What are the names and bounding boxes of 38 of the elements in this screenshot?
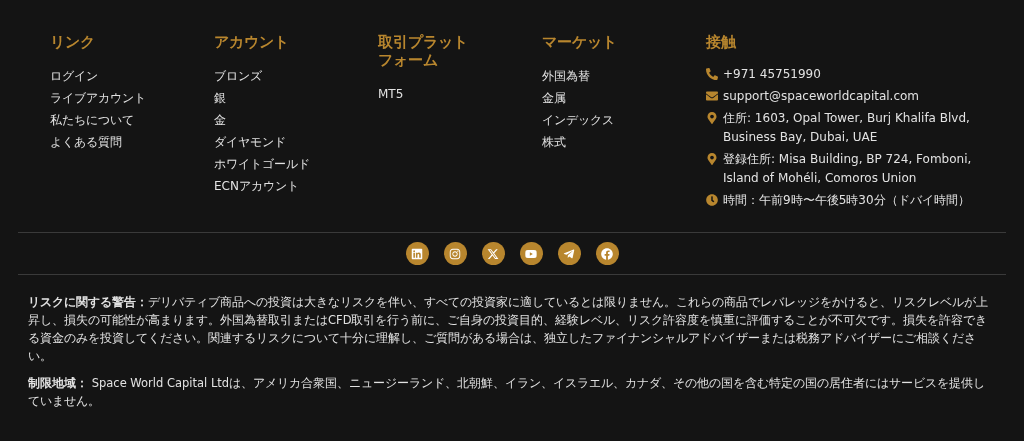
- footer-link[interactable]: ライブアカウント: [50, 87, 146, 109]
- column-heading: アカウント: [214, 33, 290, 51]
- contact-text: 住所: 1603, Opal Tower, Burj Khalifa Blvd, Business Bay, Dubai, UAE: [723, 110, 971, 146]
- clock-icon: [706, 194, 718, 206]
- contact-text: +971 45751990: [723, 66, 821, 83]
- footer-link[interactable]: 外国為替: [542, 65, 590, 87]
- contact-text: support@spaceworldcapital.com: [723, 88, 920, 105]
- footer-link[interactable]: 金属: [542, 87, 566, 109]
- footer-link[interactable]: ホワイトゴールド: [214, 153, 310, 175]
- column-heading: リンク: [50, 33, 96, 51]
- mail-icon: [706, 90, 718, 102]
- footer-link[interactable]: 金: [214, 109, 226, 131]
- footer-link[interactable]: ログイン: [50, 65, 98, 87]
- footer-link[interactable]: 銀: [214, 87, 226, 109]
- footer-link[interactable]: よくある質問: [50, 131, 122, 153]
- x-logo-icon[interactable]: [481, 242, 505, 265]
- contact-text: 登録住所: Misa Building, BP 724, Fomboni, Island of Mohéli, Comoros Union: [723, 151, 973, 187]
- disclaimer-text: リスクに関する警告：デリバティブ商品への投資は大きなリスクを伴い、すべての投資家に適しているとは限りません。これらの商品でレバレッジをかけると、リスクレベルが上昇し、損失の可能性が高まります。外国為替取引またはCFD取引を行う前に、ご自身の投資目的、経験レベル、リスク許容度を慎重に評価することが不可欠です。損失を許容できる資金のみを投資してください。関連するリスクについて十分に理解し、ご質問がある場合は、独立したファイナンシャルアドバイザーまたは税務アドバイザーにご相談ください。: [28, 294, 989, 365]
- instagram-icon[interactable]: [443, 242, 467, 265]
- facebook-icon[interactable]: [595, 242, 619, 265]
- footer-link[interactable]: ダイヤモンド: [214, 131, 286, 153]
- footer-link[interactable]: ブロンズ: [214, 65, 262, 87]
- footer-link[interactable]: ECNアカウント: [214, 175, 299, 197]
- disclaimer-text: 制限地域： Space World Capital Ltdは、アメリカ合衆国、ニュージーランド、北朝鮮、イラン、イスラエル、カナダ、その他の国を含む特定の国の居住者にはサービスを提供していません。: [28, 375, 987, 410]
- location-pin-icon: [706, 112, 718, 124]
- footer-link[interactable]: 株式: [542, 131, 566, 153]
- footer-link[interactable]: 私たちについて: [50, 109, 134, 131]
- location-pin-icon: [706, 153, 718, 165]
- column-heading: 取引プラットフォーム: [378, 33, 469, 69]
- column-heading: 接触: [706, 33, 737, 51]
- phone-icon: [706, 68, 718, 80]
- telegram-icon[interactable]: [557, 242, 581, 265]
- contact-text: 時間：午前9時〜午後5時30分（ドバイ時間）: [723, 192, 970, 209]
- linkedin-icon[interactable]: [405, 242, 429, 265]
- column-heading: マーケット: [542, 33, 618, 51]
- footer-link[interactable]: MT5: [378, 83, 404, 105]
- footer-link[interactable]: インデックス: [542, 109, 614, 131]
- youtube-icon[interactable]: [519, 242, 543, 265]
